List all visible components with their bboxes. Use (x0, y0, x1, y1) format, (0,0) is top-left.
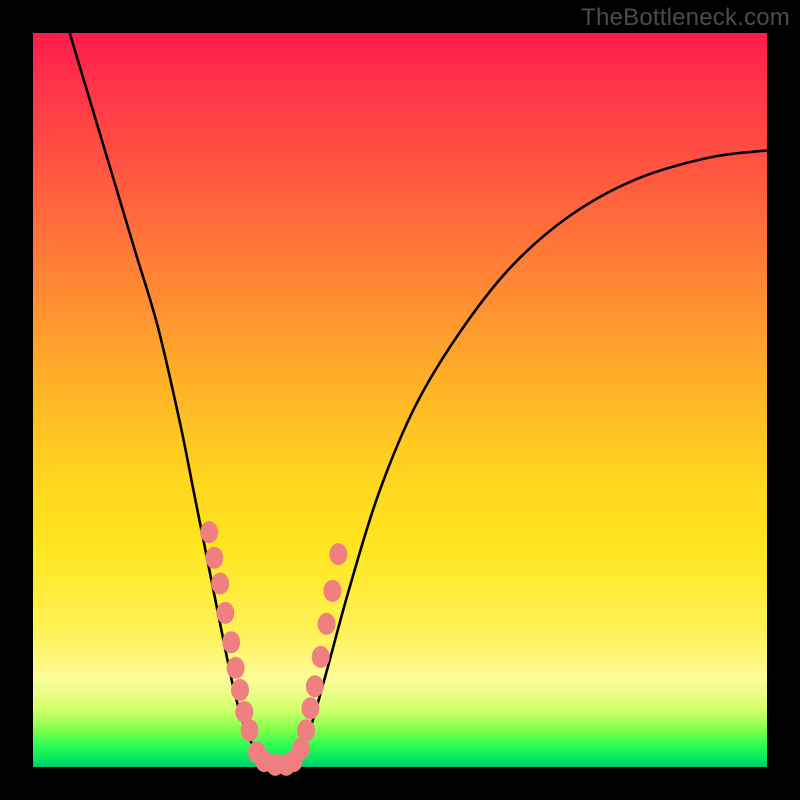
marker-dot (297, 719, 315, 741)
marker-dot (211, 573, 229, 595)
marker-dot (241, 719, 259, 741)
curve-layer (70, 33, 767, 767)
watermark-text: TheBottleneck.com (581, 4, 790, 32)
marker-dot (329, 543, 347, 565)
marker-dot (216, 602, 234, 624)
marker-dot (306, 675, 324, 697)
plot-area (33, 33, 767, 767)
right-curve (290, 150, 767, 767)
left-curve (70, 33, 268, 767)
marker-dot (205, 547, 223, 569)
chart-frame: TheBottleneck.com (0, 0, 800, 800)
marker-dot (323, 580, 341, 602)
marker-dot (227, 657, 245, 679)
marker-layer (200, 521, 347, 776)
marker-dot (312, 646, 330, 668)
marker-dot (301, 697, 319, 719)
marker-dot (318, 613, 336, 635)
marker-dot (200, 521, 218, 543)
marker-dot (222, 631, 240, 653)
chart-svg (33, 33, 767, 767)
marker-dot (231, 679, 249, 701)
